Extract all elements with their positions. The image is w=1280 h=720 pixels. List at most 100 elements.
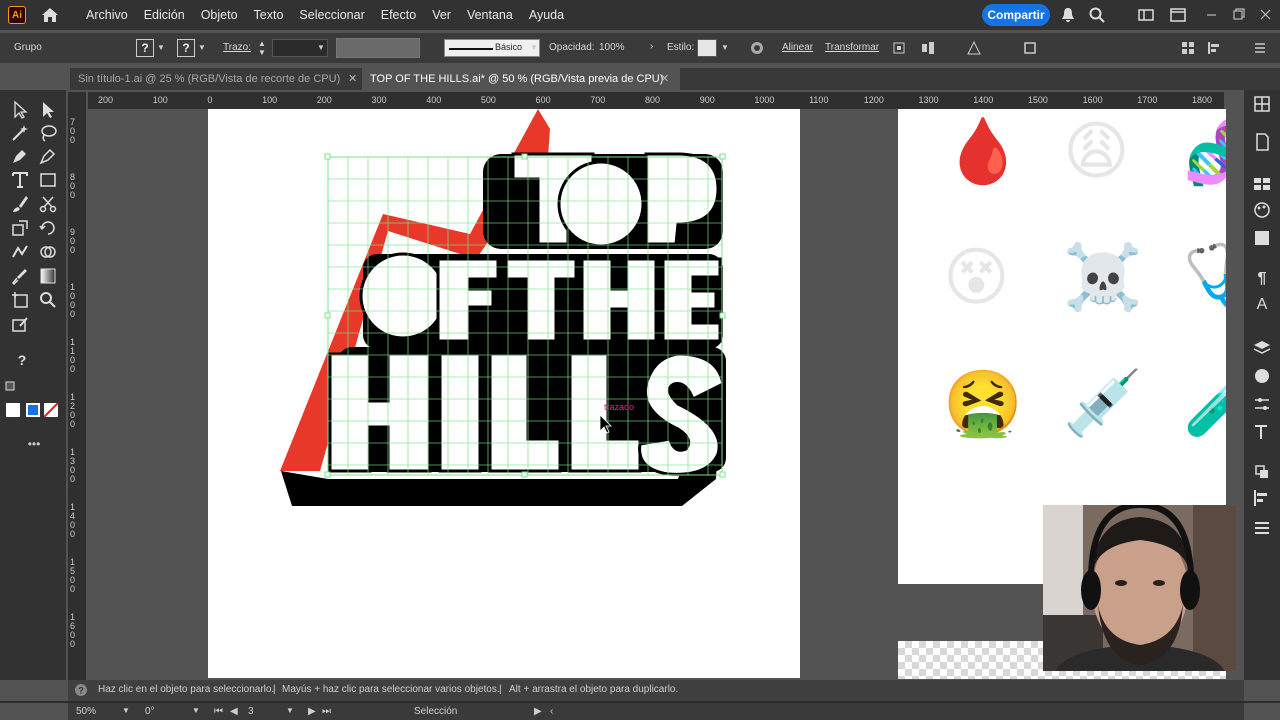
color-mode-button[interactable] [26, 403, 40, 417]
style-swatch[interactable] [697, 39, 717, 57]
type-tool-icon[interactable] [10, 170, 30, 190]
menu-archivo[interactable]: Archivo [78, 0, 136, 30]
restore-icon[interactable] [1230, 6, 1248, 24]
brush-tool-icon[interactable] [10, 194, 30, 214]
isolate-icon[interactable] [891, 40, 907, 56]
magic-wand-icon[interactable] [10, 123, 30, 143]
top-of-the-hills-artwork[interactable]: trazado [208, 109, 800, 678]
stroke-stepper-icon[interactable]: ▲ ▼ [258, 39, 266, 57]
home-icon[interactable] [40, 5, 60, 25]
align-panel-icon[interactable] [1252, 488, 1272, 508]
menu-texto[interactable]: Texto [246, 0, 292, 30]
chevron-down-icon[interactable]: ▼ [122, 706, 130, 715]
menu-edicion[interactable]: Edición [136, 0, 193, 30]
menu-seleccionar[interactable]: Seleccionar [291, 0, 372, 30]
align-left-icon[interactable] [1206, 40, 1222, 56]
artboard-number[interactable]: 3 [248, 706, 254, 717]
next-artboard-icon[interactable]: ▶ [308, 706, 316, 717]
close-icon[interactable] [1257, 6, 1275, 24]
none-color-icon[interactable] [44, 403, 58, 417]
chevron-down-icon[interactable]: ▼ [721, 43, 729, 52]
swap-colors-icon[interactable] [4, 380, 24, 400]
edit-toolbar-icon[interactable] [10, 314, 30, 334]
emoji-stethoscope[interactable]: 🩺 [1183, 237, 1226, 317]
paragraph-icon[interactable]: ¶ [1252, 270, 1272, 290]
emoji-blood-drop[interactable]: 🩸 [943, 111, 1023, 191]
menu-ver[interactable]: Ver [424, 0, 459, 30]
adjust-icon[interactable] [1252, 394, 1272, 414]
menu-efecto[interactable]: Efecto [373, 0, 424, 30]
zoom-level[interactable]: 50% [76, 706, 96, 717]
stroke-swatch[interactable]: ? [177, 39, 195, 57]
gradient-panel-icon[interactable] [1252, 228, 1272, 248]
zoom-tool-icon[interactable] [38, 290, 58, 310]
menu-ayuda[interactable]: Ayuda [521, 0, 572, 30]
share-button[interactable]: Compartir [982, 4, 1050, 26]
chevron-down-icon[interactable]: ▼ [192, 706, 200, 715]
help-icon[interactable]: ? [12, 350, 32, 370]
variable-width-field[interactable] [336, 38, 420, 58]
puppet-warp-tool-icon[interactable] [10, 242, 30, 262]
emoji-vomiting-face[interactable]: 🤮 [943, 363, 1023, 443]
selection-tool-icon[interactable] [10, 100, 30, 120]
pen-tool-icon[interactable] [10, 146, 30, 166]
rectangle-tool-icon[interactable] [38, 170, 58, 190]
chevron-down-icon[interactable]: ▼ [198, 43, 206, 52]
emoji-test-tube[interactable]: 🧪 [1183, 363, 1226, 443]
chevron-right-icon[interactable]: › [650, 41, 653, 52]
eyedropper-icon[interactable] [10, 266, 30, 286]
lasso-icon[interactable] [38, 123, 58, 143]
stroke-weight-field[interactable]: ▼ [272, 39, 328, 57]
align-link[interactable]: Alinear [782, 42, 813, 53]
emoji-dizzy-face[interactable]: 😵 [943, 237, 1010, 317]
fill-color-swatch[interactable] [6, 403, 20, 417]
transform-panel-icon[interactable] [1252, 462, 1272, 482]
color-palette-icon[interactable] [1252, 200, 1272, 220]
tab-top-of-the-hills[interactable]: TOP OF THE HILLS.ai* @ 50 % (RGB/Vista p… [362, 68, 680, 90]
rotate-tool-icon[interactable] [38, 218, 58, 238]
menu-objeto[interactable]: Objeto [193, 0, 246, 30]
stroke-label[interactable]: Trazo: [223, 42, 251, 53]
opacity-field[interactable]: 100% [597, 39, 645, 57]
layers-icon[interactable] [1252, 338, 1272, 358]
scale-tool-icon[interactable] [10, 218, 30, 238]
character-icon[interactable]: A [1252, 296, 1272, 316]
type-panel-icon[interactable] [1252, 422, 1272, 442]
prev-artboard-icon[interactable]: ◀ [230, 706, 238, 717]
puppet-warp-icon[interactable] [966, 40, 982, 56]
emoji-skull-crossbones[interactable]: ☠️ [1063, 237, 1143, 317]
grid-layout-icon[interactable] [1180, 40, 1196, 56]
chevron-down-icon[interactable]: ▼ [530, 43, 538, 52]
more-tools-icon[interactable]: ••• [24, 434, 44, 454]
fill-swatch[interactable]: ? [136, 39, 154, 57]
stroke-profile-dropdown[interactable]: Básico [444, 39, 540, 57]
swatches-icon[interactable] [1252, 174, 1272, 194]
arrange-icon[interactable] [1169, 6, 1187, 24]
menu-ventana[interactable]: Ventana [459, 0, 521, 30]
emoji-syringe[interactable]: 💉 [1063, 363, 1143, 443]
first-artboard-icon[interactable]: ⏮ [214, 706, 223, 717]
distribute-icon[interactable] [920, 40, 936, 56]
gradient-tool-icon[interactable] [38, 266, 58, 286]
artboard-main[interactable]: trazado [208, 109, 800, 678]
emoji-dna[interactable]: 🧬 [1183, 111, 1226, 191]
status-menu-icon[interactable]: ▶ [534, 706, 542, 717]
emoji-weary-face[interactable]: 😩 [1063, 111, 1130, 191]
tab-sin-titulo[interactable]: Sin título-1.ai @ 25 % (RGB/Vista de rec… [70, 68, 362, 90]
workspace-icon[interactable] [1137, 6, 1155, 24]
close-icon[interactable]: ✕ [348, 68, 357, 90]
document-icon[interactable] [1252, 132, 1272, 152]
hamburger-menu-icon[interactable] [1252, 518, 1272, 538]
transform-link[interactable]: Transformar [825, 42, 879, 53]
search-icon[interactable] [1088, 6, 1106, 24]
properties-icon[interactable] [1252, 94, 1272, 114]
chevron-down-icon[interactable]: ▼ [157, 43, 165, 52]
scroll-left-icon[interactable]: ‹ [550, 706, 553, 717]
menu-icon[interactable] [1252, 40, 1268, 56]
minimize-icon[interactable] [1203, 6, 1221, 24]
scissors-icon[interactable] [38, 194, 58, 214]
shape-builder-icon[interactable] [38, 242, 58, 262]
close-icon[interactable]: ✕ [660, 68, 669, 90]
artboard-tool-icon[interactable] [10, 290, 30, 310]
curvature-tool-icon[interactable] [38, 146, 58, 166]
